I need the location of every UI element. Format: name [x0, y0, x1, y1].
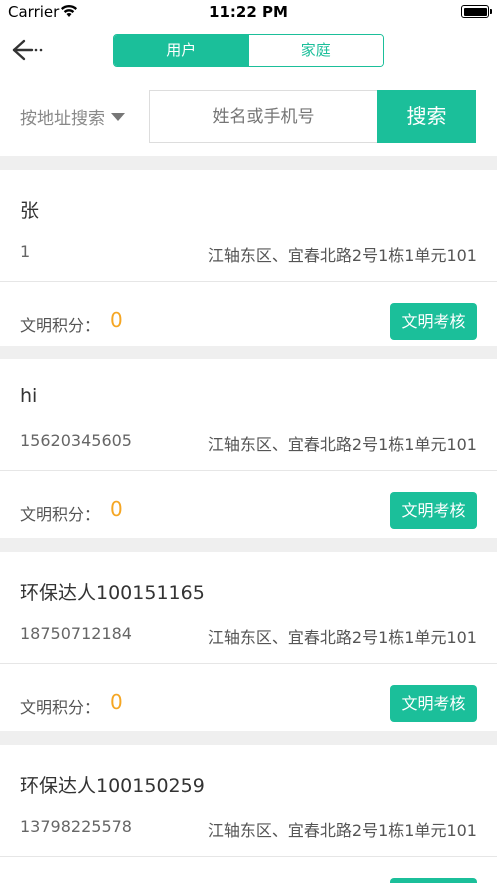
user-family-segmented-control: 用户 家庭	[113, 34, 384, 67]
divider	[0, 663, 497, 664]
address-filter-label: 按地址搜索	[20, 109, 105, 129]
user-name: 环保达人100151165	[20, 582, 205, 604]
score-label: 文明积分：	[20, 505, 101, 524]
user-address: 江轴东区、宜春北路2号1栋1单元101	[207, 821, 477, 840]
battery-icon	[461, 5, 492, 18]
user-phone: 15620345605	[20, 431, 132, 450]
user-card[interactable]: 环保达人100150259 13798225578 江轴东区、宜春北路2号1栋1…	[0, 745, 497, 883]
user-phone: 18750712184	[20, 624, 132, 643]
user-name: hi	[20, 385, 38, 407]
score-label: 文明积分：	[20, 316, 101, 335]
search-button[interactable]: 搜索	[377, 90, 476, 143]
user-address: 江轴东区、宜春北路2号1栋1单元101	[207, 246, 477, 265]
triangle-down-icon	[111, 112, 125, 121]
score-value: 0	[110, 690, 123, 714]
score-value: 0	[110, 308, 123, 332]
address-filter-dropdown[interactable]: 按地址搜索	[20, 104, 125, 129]
user-phone: 1	[20, 242, 31, 261]
score-value: 0	[110, 497, 123, 521]
score-label: 文明积分：	[20, 698, 101, 717]
tab-families[interactable]: 家庭	[248, 35, 383, 66]
assess-button[interactable]: 文明考核	[390, 303, 477, 340]
user-card[interactable]: 环保达人100151165 18750712184 江轴东区、宜春北路2号1栋1…	[0, 552, 497, 731]
user-card[interactable]: hi 15620345605 江轴东区、宜春北路2号1栋1单元101 文明积分：…	[0, 359, 497, 538]
user-phone: 13798225578	[20, 817, 132, 836]
user-address: 江轴东区、宜春北路2号1栋1单元101	[207, 628, 477, 647]
divider	[0, 856, 497, 857]
user-address: 江轴东区、宜春北路2号1栋1单元101	[207, 435, 477, 454]
user-card[interactable]: 张 1 江轴东区、宜春北路2号1栋1单元101 文明积分： 0 文明考核	[0, 170, 497, 346]
assess-button[interactable]: 文明考核	[390, 685, 477, 722]
user-name: 环保达人100150259	[20, 775, 205, 797]
search-input[interactable]	[149, 90, 377, 143]
status-time: 11:22 PM	[209, 3, 288, 21]
search-bar: 按地址搜索 搜索	[0, 76, 497, 156]
divider	[0, 281, 497, 282]
status-bar: Carrier 11:22 PM	[0, 0, 497, 24]
tab-users[interactable]: 用户	[114, 35, 249, 66]
nav-bar: 用户 家庭	[0, 24, 497, 76]
assess-button[interactable]: 文明考核	[390, 492, 477, 529]
arrow-left-icon	[10, 39, 46, 68]
back-button[interactable]	[10, 36, 50, 64]
user-name: 张	[20, 200, 40, 222]
assess-button[interactable]: 文明考核	[390, 878, 477, 883]
divider	[0, 470, 497, 471]
